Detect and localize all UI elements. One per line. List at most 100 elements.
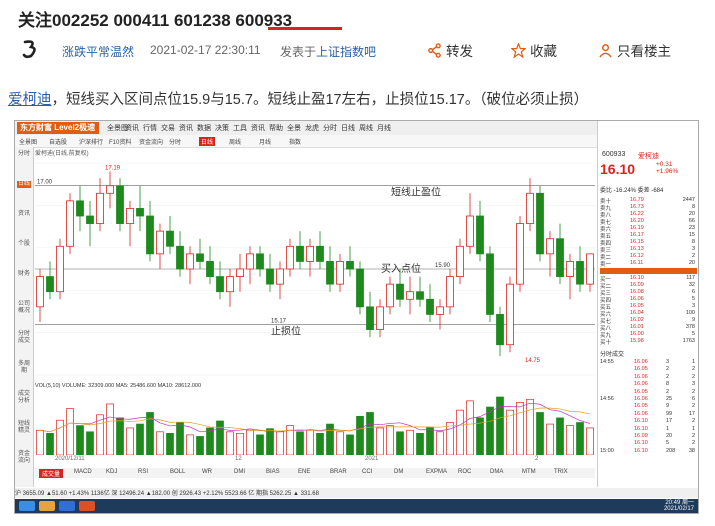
stock-link[interactable]: 爱柯迪 xyxy=(8,92,52,108)
eastmoney-icon[interactable] xyxy=(79,501,95,511)
rail-item[interactable]: 公司概况 xyxy=(17,301,31,315)
tick-volume: 20 xyxy=(666,432,673,439)
rail-item[interactable]: 财务 xyxy=(17,271,31,278)
ask-row[interactable]: 卖三 16.13 3 xyxy=(600,246,697,254)
indicator-tab[interactable]: TRIX xyxy=(551,469,571,475)
ask-row[interactable]: 卖五 16.17 15 xyxy=(600,232,697,240)
menu-item[interactable]: 工具 xyxy=(233,123,247,133)
ask-row[interactable]: 卖四 16.15 8 xyxy=(600,239,697,247)
explorer-icon[interactable] xyxy=(39,501,55,511)
ask-row[interactable]: 卖一 16.11 20 xyxy=(600,260,697,268)
toolbar-item[interactable]: F10资料 xyxy=(109,137,131,146)
indicator-tab[interactable]: RSI xyxy=(135,469,151,475)
toolbar-item[interactable]: 日线 xyxy=(199,137,216,146)
author-avatar-icon[interactable] xyxy=(20,38,42,60)
candle-body xyxy=(516,223,524,285)
tick-row: 16.10 17 2 xyxy=(600,418,697,425)
ask-row[interactable]: 卖八 16.22 20 xyxy=(600,211,697,219)
toolbar-item[interactable]: 资金流向 xyxy=(139,137,163,146)
indicator-tab[interactable]: DMA xyxy=(487,469,506,475)
indicator-tab[interactable]: KDJ xyxy=(103,469,120,475)
toolbar-item[interactable]: 分时 xyxy=(169,137,181,146)
rail-item[interactable]: 日线 xyxy=(17,181,31,188)
ask-row[interactable]: 卖六 16.19 23 xyxy=(600,225,697,233)
favorite-button[interactable]: 收藏 xyxy=(511,40,557,60)
only-op-label: 只看楼主 xyxy=(617,44,671,59)
menu-item[interactable]: 龙虎 xyxy=(305,123,319,133)
indicator-tab[interactable]: 成交量 xyxy=(39,469,64,478)
menu-item[interactable]: 行情 xyxy=(143,123,157,133)
indicator-tab[interactable]: CCI xyxy=(359,469,375,475)
bid-row[interactable]: 买十 15.98 1763 xyxy=(600,338,697,346)
left-rail: 分时日线资讯个股财务公司概况分时成交多周期成交分析短线精灵资金流向 xyxy=(15,147,34,487)
indicator-tab[interactable]: MTM xyxy=(519,469,539,475)
rail-item[interactable]: 成交分析 xyxy=(17,391,31,405)
toolbar-item[interactable]: 指数 xyxy=(289,137,301,146)
menu-item[interactable]: 日线 xyxy=(341,123,355,133)
start-icon[interactable] xyxy=(19,501,35,511)
rail-item[interactable]: 分时成交 xyxy=(17,331,31,345)
forward-button[interactable]: 转发 xyxy=(427,40,473,60)
tick-price: 16.05 xyxy=(634,366,648,373)
bid-row[interactable]: 买七 16.02 9 xyxy=(600,317,697,325)
menu-item[interactable]: 月线 xyxy=(377,123,391,133)
menu-item[interactable]: 数据 xyxy=(197,123,211,133)
ask-row[interactable]: 卖七 16.20 66 xyxy=(600,218,697,226)
rail-item[interactable]: 短线精灵 xyxy=(17,421,31,435)
tick-price: 16.06 xyxy=(634,410,648,417)
toolbar-item[interactable]: 全景图 xyxy=(19,137,37,146)
rail-item[interactable]: 多周期 xyxy=(17,361,31,375)
rail-item[interactable]: 分时 xyxy=(17,151,31,158)
indicator-tab[interactable]: BOLL xyxy=(167,469,188,475)
rail-item[interactable]: 个股 xyxy=(17,241,31,248)
indicator-tab[interactable]: DM xyxy=(391,469,406,475)
toolbar-item[interactable]: 沪深排行 xyxy=(79,137,103,146)
toolbar-item[interactable]: 自选股 xyxy=(49,137,67,146)
rail-item[interactable]: 资讯 xyxy=(17,211,31,218)
bid-row[interactable]: 买一 16.10 117 xyxy=(600,275,697,283)
author-name-link[interactable]: 涨跌平常温然 xyxy=(62,43,134,60)
menu-item[interactable]: 帮助 xyxy=(269,123,283,133)
browser-icon[interactable] xyxy=(59,501,75,511)
indicator-tab[interactable]: MACD xyxy=(71,469,95,475)
menu-item[interactable]: 决策 xyxy=(215,123,229,133)
volume-bar xyxy=(56,419,64,455)
menu-item[interactable]: 资讯 xyxy=(125,123,139,133)
bid-row[interactable]: 买二 16.09 32 xyxy=(600,282,697,290)
tick-time: 14:56 xyxy=(600,395,614,402)
only-op-button[interactable]: 只看楼主 xyxy=(598,40,671,60)
menu-item[interactable]: 资讯 xyxy=(251,123,265,133)
bid-row[interactable]: 买四 16.06 5 xyxy=(600,296,697,304)
bid-price: 16.08 xyxy=(630,289,644,295)
menu-item[interactable]: 全景 xyxy=(287,123,301,133)
bid-row[interactable]: 买八 16.01 378 xyxy=(600,324,697,332)
menu-item[interactable]: 分时 xyxy=(323,123,337,133)
ask-row[interactable]: 卖十 16.79 2447 xyxy=(600,197,697,205)
indicator-tab[interactable]: WR xyxy=(199,469,215,475)
bid-row[interactable]: 买九 16.00 5 xyxy=(600,331,697,339)
indicator-tab[interactable]: BRAR xyxy=(327,469,350,475)
candlestick-chart[interactable]: 短线止盈位买入点位止损位 17.00 15.90 15.17 14.75 17.19 xyxy=(35,157,595,381)
menu-item[interactable]: 交易 xyxy=(161,123,175,133)
bid-price: 15.98 xyxy=(630,338,644,344)
bid-volume: 117 xyxy=(686,275,695,281)
indicator-tab[interactable]: EXPMA xyxy=(423,469,450,475)
ask-row[interactable]: 卖二 16.12 2 xyxy=(600,253,697,261)
bid-row[interactable]: 买三 16.08 6 xyxy=(600,289,697,297)
toolbar-item[interactable]: 月线 xyxy=(259,137,271,146)
indicator-tab[interactable]: BIAS xyxy=(263,469,283,475)
candle-body xyxy=(146,215,154,255)
toolbar-item[interactable]: 周线 xyxy=(229,137,241,146)
menu-item[interactable]: 周线 xyxy=(359,123,373,133)
indicator-tab[interactable]: DMI xyxy=(231,469,248,475)
ask-row[interactable]: 卖九 16.73 8 xyxy=(600,204,697,212)
indicator-tab[interactable]: ENE xyxy=(295,469,313,475)
volume-bar xyxy=(486,406,494,455)
menu-item[interactable]: 资讯 xyxy=(179,123,193,133)
bid-row[interactable]: 买六 16.04 100 xyxy=(600,310,697,318)
indicator-tab[interactable]: ROC xyxy=(455,469,474,475)
volume-bar xyxy=(416,432,424,455)
rail-item[interactable]: 资金流向 xyxy=(17,451,31,465)
bid-row[interactable]: 买五 16.05 3 xyxy=(600,303,697,311)
source-link[interactable]: 上证指数吧 xyxy=(316,45,376,59)
